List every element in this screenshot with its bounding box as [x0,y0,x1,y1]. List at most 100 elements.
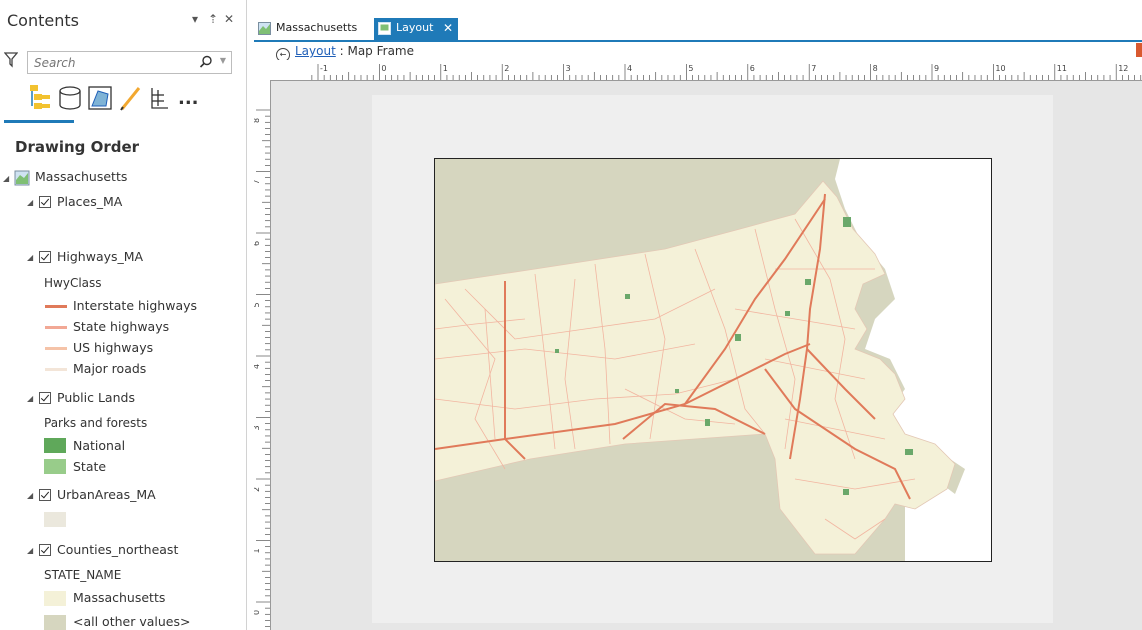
tab-label: Massachusetts [276,21,358,34]
legend-symbol[interactable] [45,305,67,308]
layout-icon [378,22,391,35]
search-options-chevron-down-icon[interactable]: ▼ [220,56,226,65]
legend-label: US highways [73,340,154,355]
map-icon [258,22,271,35]
legend-symbol[interactable] [45,347,67,350]
ruler-label: 1 [254,548,261,553]
ruler-label: 6 [254,241,261,246]
legend-label: Major roads [73,361,147,376]
legend-label: State [73,459,107,474]
tab-label: Layout [396,21,434,34]
legend-symbol[interactable] [45,326,67,329]
layer-places-ma[interactable]: Places_MA [57,193,122,211]
layer-visibility-checkbox[interactable] [39,544,51,556]
massachusetts-map[interactable] [435,159,991,561]
legend-symbol[interactable] [44,512,66,527]
ruler-label: 10 [995,64,1005,73]
ruler-label: 0 [381,64,386,73]
ruler-label: 11 [1057,64,1067,73]
drawing-order-heading: Drawing Order [15,138,140,156]
layer-visibility-checkbox[interactable] [39,392,51,404]
list-by-snapping-icon[interactable] [146,82,174,114]
ruler-label: 7 [811,64,816,73]
close-edge-icon[interactable] [1136,43,1142,57]
expand-triangle-icon[interactable]: ◢ [27,253,33,262]
pin-icon[interactable]: ⇡ [208,12,218,26]
ruler-label: 8 [873,64,878,73]
expand-triangle-icon[interactable]: ◢ [27,394,33,403]
legend-label: <all other values> [73,614,191,629]
legend-group-heading: Parks and forests [44,416,148,430]
ruler-label: 9 [934,64,939,73]
search-box[interactable]: ▼ [27,51,232,74]
list-by-editing-icon[interactable] [116,82,144,114]
legend-label: National [73,438,126,453]
legend-symbol[interactable] [44,591,66,606]
layer-counties-northeast[interactable]: Counties_northeast [57,541,178,559]
close-tab-icon[interactable]: ✕ [443,18,453,38]
legend-symbol[interactable] [45,368,67,371]
ruler-label: -1 [320,64,328,73]
close-pane-icon[interactable]: ✕ [224,12,234,26]
ruler-label: 5 [254,302,261,307]
tab-layout[interactable]: Layout ✕ [374,18,458,40]
contents-title: Contents [7,11,79,30]
expand-triangle-icon[interactable]: ◢ [27,198,33,207]
vertical-ruler: 8 7 6 5 4 3 2 1 0 [254,80,271,630]
layer-visibility-checkbox[interactable] [39,196,51,208]
ruler-label: 2 [504,64,509,73]
ruler-ticks: 8 7 6 5 4 3 2 1 0 [254,109,270,627]
map-item[interactable]: Massachusetts [35,168,127,186]
breadcrumb-current: : Map Frame [335,44,414,58]
breadcrumb-layout-link[interactable]: Layout [295,44,336,58]
horizontal-ruler: -1 0 1 2 3 4 5 6 7 8 9 10 11 12 [270,60,1142,81]
filter-icon[interactable] [4,52,18,68]
contents-view-tabs: ... [26,82,231,122]
document-tabstrip: Massachusetts Layout ✕ [254,18,1142,42]
ruler-label: 4 [627,64,632,73]
active-view-indicator [4,120,74,123]
legend-symbol[interactable] [44,615,66,630]
list-by-source-icon[interactable] [56,82,84,114]
pane-options-dropdown-icon[interactable]: ▾ [192,12,198,26]
layer-urbanareas-ma[interactable]: UrbanAreas_MA [57,486,156,504]
expand-triangle-icon[interactable]: ◢ [27,491,33,500]
ruler-label: 4 [254,364,261,369]
ruler-label: 6 [750,64,755,73]
legend-symbol[interactable] [44,438,66,453]
contents-header: Contents ▾ ⇡ ✕ [0,0,246,40]
layer-highways-ma[interactable]: Highways_MA [57,248,143,266]
search-icon[interactable] [199,55,213,69]
contents-pane: Contents ▾ ⇡ ✕ ▼ [0,0,247,630]
legend-label: State highways [73,319,170,334]
list-by-drawing-order-icon[interactable] [26,82,54,114]
ruler-label: 7 [254,179,261,184]
expand-triangle-icon[interactable]: ◢ [3,174,9,183]
layer-visibility-checkbox[interactable] [39,489,51,501]
tab-massachusetts[interactable]: Massachusetts [254,18,362,40]
ruler-label: 3 [566,64,571,73]
layout-page[interactable] [372,95,1053,623]
ruler-label: 0 [254,610,261,615]
ruler-label: 5 [688,64,693,73]
legend-symbol[interactable] [44,459,66,474]
ruler-label: 8 [254,118,261,123]
list-by-selection-icon[interactable] [86,82,114,114]
map-frame[interactable] [434,158,992,562]
more-options-icon[interactable]: ... [178,88,199,109]
ruler-ticks: -1 0 1 2 3 4 5 6 7 8 9 10 11 12 [311,64,1142,80]
layer-public-lands[interactable]: Public Lands [57,389,135,407]
ruler-label: 2 [254,487,261,492]
legend-group-heading: HwyClass [44,276,102,290]
layer-visibility-checkbox[interactable] [39,251,51,263]
layout-canvas[interactable] [271,81,1142,630]
expand-triangle-icon[interactable]: ◢ [27,546,33,555]
legend-label: Massachusetts [73,590,166,605]
ruler-label: 12 [1118,64,1128,73]
legend-label: Interstate highways [73,298,198,313]
legend-group-heading: STATE_NAME [44,568,122,582]
search-input[interactable] [34,54,184,71]
ruler-label: 1 [443,64,448,73]
ruler-label: 3 [254,425,261,430]
map-icon [14,170,30,186]
